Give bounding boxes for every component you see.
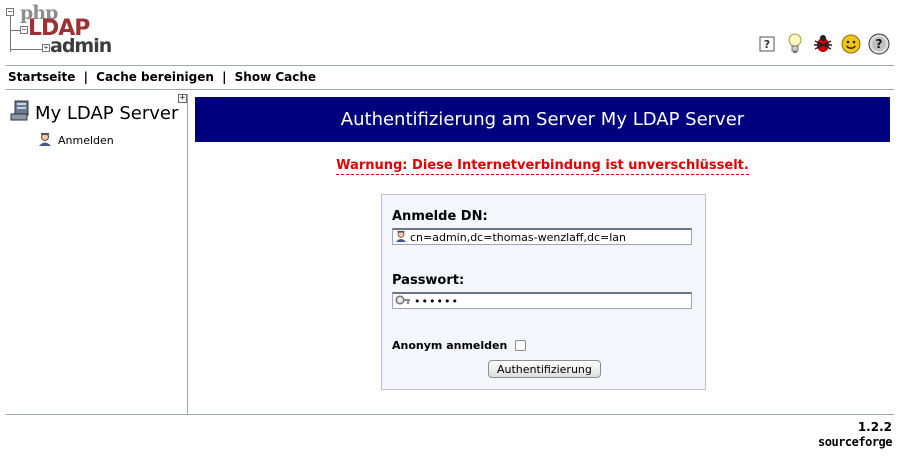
nav-purge-cache-link[interactable]: Cache bereinigen	[96, 70, 214, 84]
bug-icon[interactable]	[812, 33, 834, 55]
authenticate-button[interactable]: Authentifizierung	[488, 360, 601, 378]
nav-home-link[interactable]: Startseite	[8, 70, 75, 84]
logo-tree-line	[10, 49, 44, 50]
page-title: Authentifizierung am Server My LDAP Serv…	[340, 109, 745, 130]
password-input[interactable]: ••••••	[414, 295, 459, 308]
question-icon[interactable]: ?	[868, 33, 890, 55]
dn-label: Anmelde DN:	[392, 209, 488, 224]
user-icon	[395, 230, 407, 245]
user-icon	[38, 132, 52, 149]
security-warning: Warnung: Diese Internetverbindung ist un…	[195, 158, 890, 175]
server-icon	[10, 100, 30, 126]
tree-server-label: My LDAP Server	[35, 102, 179, 124]
logo-admin-text: admin	[50, 35, 112, 57]
security-warning-text: Warnung: Diese Internetverbindung ist un…	[336, 158, 749, 175]
key-icon	[395, 294, 411, 309]
dn-input[interactable]	[410, 230, 680, 244]
password-label: Passwort:	[392, 273, 465, 288]
svg-text:?: ?	[764, 38, 770, 51]
tree-login-link[interactable]: Anmelden	[38, 132, 114, 149]
logo-minus-box: −	[6, 7, 14, 16]
top-navigation: Startseite | Cache bereinigen | Show Cac…	[8, 70, 316, 84]
page-title-banner: Authentifizierung am Server My LDAP Serv…	[195, 97, 890, 142]
nav-divider	[6, 89, 894, 90]
sourceforge-logo[interactable]: sourceforge	[818, 435, 892, 449]
password-field[interactable]: ••••••	[392, 292, 692, 309]
phpldapadmin-logo[interactable]: − − + php LDAP admin	[6, 2, 116, 60]
help-icon[interactable]: ?	[756, 33, 778, 55]
footer-divider	[6, 414, 894, 415]
anonymous-login-option[interactable]: Anonym anmelden	[392, 339, 527, 352]
anonymous-login-checkbox[interactable]	[515, 340, 527, 351]
lightbulb-icon[interactable]	[784, 33, 806, 55]
anonymous-login-label: Anonym anmelden	[392, 339, 508, 352]
nav-separator: |	[222, 70, 227, 84]
logo-plus-box: +	[42, 43, 50, 52]
header-divider	[6, 65, 894, 66]
logo-tree-line	[10, 12, 11, 52]
header-icon-bar: ? ?	[756, 32, 890, 56]
nav-separator: |	[83, 70, 88, 84]
tree-expand-toggle[interactable]: +	[178, 94, 187, 103]
version-label: 1.2.2	[857, 420, 892, 434]
tree-login-label: Anmelden	[58, 134, 114, 147]
smiley-icon[interactable]	[840, 33, 862, 55]
tree-server-node[interactable]: My LDAP Server	[10, 100, 178, 126]
login-form: Anmelde DN: Passwort: •••••• Anonym anme…	[381, 194, 706, 390]
dn-field[interactable]	[392, 228, 692, 245]
nav-show-cache-link[interactable]: Show Cache	[235, 70, 316, 84]
server-tree-panel: + My LDAP Server Anmelden	[6, 94, 188, 414]
logo-minus-box: −	[20, 25, 28, 34]
svg-text:?: ?	[876, 37, 883, 51]
